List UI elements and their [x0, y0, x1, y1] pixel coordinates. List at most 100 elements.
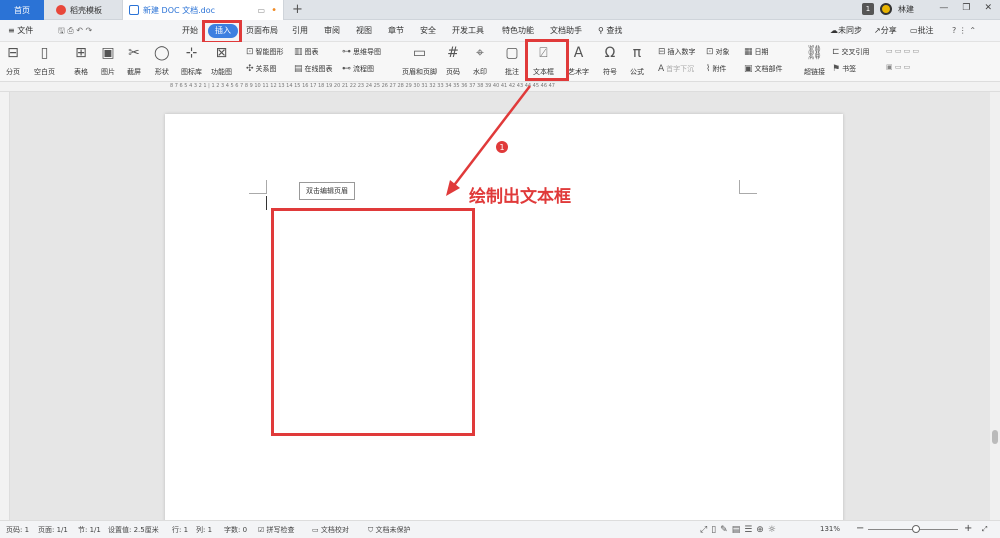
tab-templates[interactable]: 稻壳模板 — [50, 0, 120, 20]
function-chart-icon: ⊠ — [215, 45, 228, 61]
drawn-textbox[interactable] — [271, 208, 475, 436]
menu-features[interactable]: 特色功能 — [502, 24, 534, 38]
menu-start[interactable]: 开始 — [182, 24, 198, 38]
status-page-count: 页面: 1/1 — [38, 526, 68, 534]
vertical-ruler[interactable] — [0, 92, 10, 520]
paperclip-icon: ⌇ — [706, 64, 711, 74]
minimize-button[interactable]: — — [939, 3, 948, 13]
blank-page-button[interactable]: ▯ 空白页 — [34, 42, 55, 77]
function-chart-button[interactable]: ⊠ 功能图 — [211, 42, 232, 77]
comment-menu-button[interactable]: ▭批注 — [910, 24, 934, 38]
date-button[interactable]: ▦ 日期 — [744, 47, 769, 57]
chart-button[interactable]: ▥ 图表 — [294, 47, 319, 57]
avatar[interactable] — [880, 3, 892, 15]
drop-cap-icon: A — [658, 64, 665, 74]
attachment-button[interactable]: ⌇ 附件 — [706, 64, 726, 74]
page-number-icon: # — [447, 45, 459, 61]
fullscreen-icon[interactable]: ⤢ — [982, 525, 988, 534]
doc-proof-button[interactable]: ▭ 文档校对 — [312, 525, 349, 535]
zoom-slider-knob[interactable] — [912, 525, 920, 533]
file-menu[interactable]: ≡ 文件 — [8, 24, 33, 38]
status-section: 节: 1/1 — [78, 526, 101, 534]
mind-map-icon: ⊶ — [342, 47, 351, 57]
symbol-button[interactable]: Ω 符号 — [603, 42, 617, 77]
shape-button[interactable]: ◯ 形状 — [154, 42, 170, 77]
sync-button[interactable]: ☁未同步 — [830, 24, 862, 38]
text-cursor — [266, 196, 267, 210]
restore-button[interactable]: ❐ — [962, 3, 970, 13]
relation-button[interactable]: ✣ 关系图 — [246, 64, 277, 74]
tab-home[interactable]: 首页 — [0, 0, 44, 20]
mind-map-button[interactable]: ⊶ 思维导图 — [342, 47, 381, 57]
object-button[interactable]: ⊡ 对象 — [706, 47, 730, 57]
watermark-button[interactable]: ⌖ 水印 — [473, 42, 487, 77]
smart-shape-icon: ⊡ — [246, 47, 254, 57]
icon-library-button[interactable]: ⊹ 图标库 — [181, 42, 202, 77]
insert-number-button[interactable]: ⊟ 插入数字 — [658, 47, 696, 57]
spell-check-button[interactable]: ☑ 拼写检查 — [258, 525, 295, 535]
screenshot-button[interactable]: ✂ 截屏 — [127, 42, 141, 77]
comment-button[interactable]: ▢ 批注 — [505, 42, 519, 77]
menu-chapter[interactable]: 章节 — [388, 24, 404, 38]
horizontal-ruler[interactable]: 8 7 6 5 4 3 2 1 | 1 2 3 4 5 6 7 8 9 10 1… — [0, 82, 1000, 92]
zoom-level[interactable]: 131% — [820, 525, 840, 533]
menu-view[interactable]: 视图 — [356, 24, 372, 38]
search-button[interactable]: ⚲ 查找 — [598, 24, 622, 38]
quick-access-icons[interactable]: 🖫 ⎙ ↶ ↷ — [58, 24, 92, 38]
blank-page-label: 空白页 — [34, 68, 55, 76]
header-footer-button[interactable]: ▭ 页眉和页脚 — [402, 42, 437, 77]
bookmark-button[interactable]: ⚑ 书签 — [832, 64, 856, 74]
document-canvas[interactable]: 双击编辑页眉 绘制出文本框 — [10, 92, 990, 520]
art-text-button[interactable]: A 艺术字 — [568, 42, 589, 77]
table-label: 表格 — [74, 68, 88, 76]
status-word-count[interactable]: 字数: 0 — [224, 525, 247, 535]
hyperlink-button[interactable]: ⛓ 超链接 — [804, 42, 825, 77]
unsaved-dot-icon: • — [271, 4, 277, 16]
flowchart-button[interactable]: ⊷ 流程图 — [342, 64, 374, 74]
scrollbar-thumb[interactable] — [992, 430, 998, 444]
header-edit-hint[interactable]: 双击编辑页眉 — [299, 182, 355, 200]
menu-doc-assistant[interactable]: 文档助手 — [550, 24, 582, 38]
notification-badge[interactable]: 1 — [862, 3, 874, 15]
tab-home-label: 首页 — [14, 5, 30, 15]
menu-review[interactable]: 审阅 — [324, 24, 340, 38]
shape-icon: ◯ — [154, 45, 170, 61]
user-area: 1 林建 — [862, 3, 914, 15]
picture-button[interactable]: ▣ 图片 — [101, 42, 115, 77]
online-chart-button[interactable]: ▤ 在线图表 — [294, 64, 333, 74]
new-tab-button[interactable]: + — [292, 2, 303, 17]
document-page[interactable]: 双击编辑页眉 绘制出文本框 — [165, 114, 843, 520]
doc-parts-icon: ▣ — [744, 64, 753, 74]
menu-reference[interactable]: 引用 — [292, 24, 308, 38]
tab-screen-icon[interactable]: ▭ — [258, 6, 266, 15]
page-break-button[interactable]: ⊟ 分页 — [6, 42, 20, 77]
close-button[interactable]: ✕ — [984, 3, 992, 13]
watermark-icon: ⌖ — [476, 45, 484, 61]
smart-shape-button[interactable]: ⊡ 智能图形 — [246, 47, 284, 57]
ruler-ticks: 8 7 6 5 4 3 2 1 | 1 2 3 4 5 6 7 8 9 10 1… — [170, 83, 555, 89]
style-gallery-top[interactable]: ▭ ▭ ▭ ▭ — [886, 47, 919, 55]
vertical-scrollbar[interactable] — [990, 92, 1000, 520]
doc-parts-button[interactable]: ▣ 文档部件 — [744, 64, 783, 74]
tab-document[interactable]: 新建 DOC 文档.doc ▭ • — [122, 0, 284, 20]
style-gallery-bottom[interactable]: ▣ ▭ ▭ — [886, 63, 910, 71]
share-icon: ↗ — [874, 26, 881, 35]
doc-protect-button[interactable]: ⛉ 文档未保护 — [368, 525, 410, 535]
user-name[interactable]: 林建 — [898, 4, 914, 15]
object-icon: ⊡ — [706, 47, 714, 57]
share-button[interactable]: ↗分享 — [874, 24, 897, 38]
zoom-in-button[interactable]: + — [964, 523, 972, 534]
cross-ref-button[interactable]: ⊏ 交叉引用 — [832, 47, 870, 57]
first-drop-button[interactable]: A 首字下沉 — [658, 64, 694, 74]
formula-button[interactable]: π 公式 — [630, 42, 644, 77]
menu-security[interactable]: 安全 — [420, 24, 436, 38]
page-number-button[interactable]: # 页码 — [446, 42, 460, 77]
help-icon[interactable]: ? ⋮ ⌃ — [952, 24, 976, 38]
table-button[interactable]: ⊞ 表格 — [74, 42, 88, 77]
picture-icon: ▣ — [101, 45, 115, 61]
zoom-out-button[interactable]: − — [856, 523, 864, 534]
proof-icon: ▭ — [312, 526, 321, 534]
menu-devtools[interactable]: 开发工具 — [452, 24, 484, 38]
view-mode-icons[interactable]: ⤢▯✎▤☰⊕☼ — [700, 525, 780, 535]
menu-layout[interactable]: 页面布局 — [246, 24, 278, 38]
